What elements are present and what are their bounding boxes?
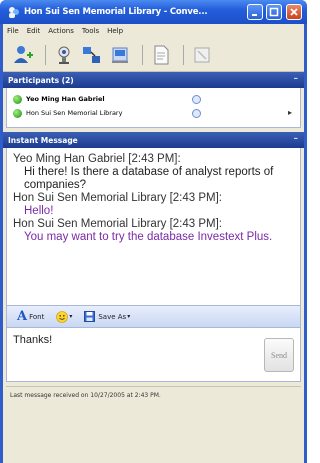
- menu-file[interactable]: File: [7, 27, 19, 35]
- menu-help[interactable]: Help: [107, 27, 123, 35]
- compose-box[interactable]: Thanks! Send: [6, 328, 301, 382]
- menu-edit[interactable]: Edit: [27, 27, 41, 35]
- message-sender: Hon Sui Sen Memorial Library [2:43 PM]:: [13, 218, 223, 230]
- contact-status-icon[interactable]: [192, 108, 201, 118]
- format-toolbar: A Font ▾ Save As ▾: [6, 306, 301, 328]
- invite-contact-icon[interactable]: [11, 43, 35, 67]
- floppy-disk-icon: [84, 311, 96, 322]
- maximize-button[interactable]: [266, 4, 282, 20]
- contact-status-icon[interactable]: [192, 94, 201, 104]
- participant-item[interactable]: Yeo Ming Han Gabriel: [7, 92, 300, 106]
- participants-list: Yeo Ming Han Gabriel Hon Sui Sen Memoria…: [6, 88, 301, 128]
- emoticon-button[interactable]: ▾: [56, 310, 73, 323]
- participant-item[interactable]: Hon Sui Sen Memorial Library: [7, 106, 300, 120]
- menu-bar: File Edit Actions Tools Help: [3, 24, 304, 38]
- status-text: Last message received on 10/27/2005 at 2…: [10, 392, 161, 399]
- font-button[interactable]: A Font: [17, 309, 44, 324]
- message-sender: Yeo Ming Han Gabriel [2:43 PM]:: [13, 153, 181, 165]
- save-as-button[interactable]: Save As ▾: [84, 311, 130, 322]
- smiley-icon: [56, 310, 69, 323]
- collapse-participants-icon[interactable]: –: [294, 74, 299, 84]
- font-icon: A: [17, 309, 28, 324]
- messenger-icon: [6, 5, 20, 19]
- message-history[interactable]: Yeo Ming Han Gabriel [2:43 PM]: Hi there…: [6, 148, 301, 306]
- font-label: Font: [29, 312, 45, 321]
- message-text: Hello!: [24, 205, 54, 217]
- toolbar: [3, 38, 304, 72]
- collapse-im-icon[interactable]: –: [294, 134, 299, 144]
- dropdown-arrow-icon: ▾: [69, 313, 73, 320]
- menu-actions[interactable]: Actions: [48, 27, 74, 35]
- message-text: You may want to try the database Investe…: [24, 231, 273, 243]
- compose-input[interactable]: Thanks!: [13, 334, 52, 346]
- message-sender: Hon Sui Sen Memorial Library [2:43 PM]:: [13, 192, 223, 204]
- share-icon[interactable]: [80, 43, 104, 67]
- expand-arrow-icon[interactable]: ▸: [288, 108, 292, 117]
- toolbar-separator: [183, 44, 184, 65]
- title-bar[interactable]: Hon Sui Sen Memorial Library - Conve...: [0, 0, 307, 24]
- toolbar-separator: [45, 44, 46, 65]
- minimize-button[interactable]: [247, 4, 263, 20]
- status-bar: Last message received on 10/27/2005 at 2…: [6, 386, 301, 404]
- webcam-icon[interactable]: [52, 43, 76, 67]
- participant-name: Hon Sui Sen Memorial Library: [26, 109, 123, 117]
- menu-tools[interactable]: Tools: [82, 27, 99, 35]
- save-as-label: Save As: [98, 312, 127, 321]
- online-status-icon: [13, 94, 22, 104]
- participant-name: Yeo Ming Han Gabriel: [26, 95, 105, 103]
- conversation-window: Hon Sui Sen Memorial Library - Conve... …: [0, 0, 307, 463]
- participants-header[interactable]: Participants (2) –: [3, 72, 304, 88]
- online-status-icon: [13, 108, 22, 118]
- send-button[interactable]: Send: [264, 338, 294, 372]
- close-button[interactable]: [286, 4, 302, 20]
- send-file-icon[interactable]: [108, 43, 132, 67]
- toolbar-separator: [142, 44, 143, 65]
- message-text: Hi there! Is there a database of analyst…: [24, 166, 274, 191]
- document-icon[interactable]: [149, 43, 173, 67]
- instant-message-pane: Yeo Ming Han Gabriel [2:43 PM]: Hi there…: [6, 148, 301, 306]
- window-client-area: File Edit Actions Tools Help Participant…: [3, 24, 304, 463]
- instant-message-title: Instant Message: [8, 135, 78, 145]
- dropdown-arrow-icon: ▾: [127, 313, 131, 320]
- instant-message-header[interactable]: Instant Message –: [3, 132, 304, 148]
- window-title: Hon Sui Sen Memorial Library - Conve...: [24, 7, 208, 17]
- block-icon[interactable]: [190, 43, 214, 67]
- participants-title: Participants (2): [8, 75, 74, 85]
